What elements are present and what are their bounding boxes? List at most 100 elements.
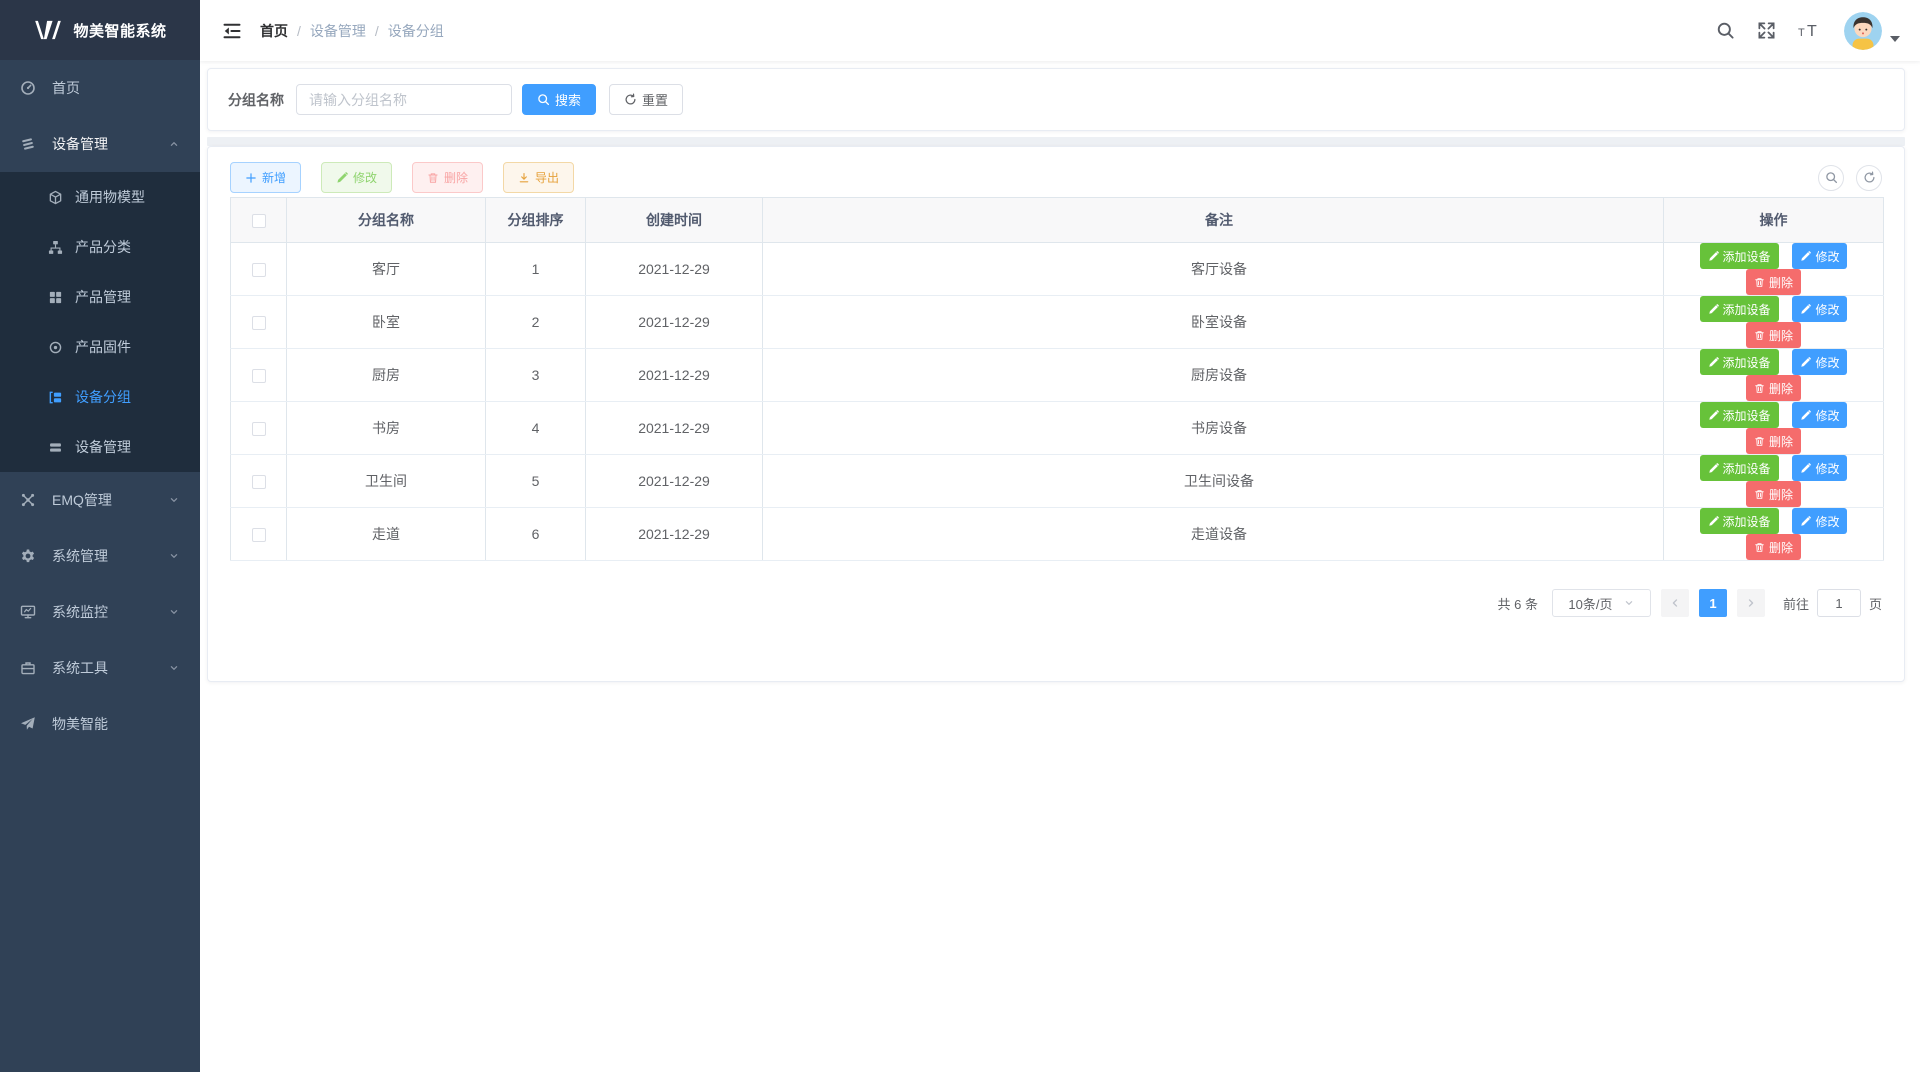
fullscreen-icon[interactable] xyxy=(1757,21,1776,40)
row-edit-button[interactable]: 修改 xyxy=(1792,508,1847,534)
add-device-button[interactable]: 添加设备 xyxy=(1700,455,1779,481)
cell-remark: 厨房设备 xyxy=(763,349,1664,402)
cell-group-name: 卧室 xyxy=(287,296,486,349)
sidebar-item-system-tools[interactable]: 系统工具 xyxy=(0,640,200,696)
device-management-submenu: 通用物模型 产品分类 产品管理 产品固件 设备分组 设备管理 xyxy=(0,172,200,472)
row-checkbox[interactable] xyxy=(252,369,266,383)
caret-down-icon xyxy=(1890,36,1900,42)
row-checkbox[interactable] xyxy=(252,422,266,436)
row-edit-button[interactable]: 修改 xyxy=(1792,402,1847,428)
sidebar-item-common-thing-model[interactable]: 通用物模型 xyxy=(0,172,200,222)
reset-button[interactable]: 重置 xyxy=(609,84,683,115)
trash-icon xyxy=(1754,330,1765,341)
sidebar-item-product-management[interactable]: 产品管理 xyxy=(0,272,200,322)
monitor-icon xyxy=(20,604,36,620)
header-group-name: 分组名称 xyxy=(287,198,486,243)
row-edit-button[interactable]: 修改 xyxy=(1792,349,1847,375)
search-button[interactable]: 搜索 xyxy=(522,84,596,115)
page-size-select[interactable]: 10条/页 xyxy=(1552,589,1651,617)
sidebar-item-product-firmware[interactable]: 产品固件 xyxy=(0,322,200,372)
chevron-left-icon xyxy=(1668,596,1682,610)
breadcrumb-device-group: 设备分组 xyxy=(388,21,444,41)
avatar[interactable] xyxy=(1844,12,1882,50)
add-device-button[interactable]: 添加设备 xyxy=(1700,349,1779,375)
cell-group-order: 4 xyxy=(486,402,586,455)
row-delete-button[interactable]: 删除 xyxy=(1746,269,1801,295)
edit-icon xyxy=(1800,410,1811,421)
row-checkbox[interactable] xyxy=(252,475,266,489)
sidebar-item-system-monitor[interactable]: 系统监控 xyxy=(0,584,200,640)
sidebar: 物美智能系统 首页 设备管理 通用物模型 产品分类 产品管理 xyxy=(0,0,200,1072)
edit-icon xyxy=(1708,463,1719,474)
cell-group-order: 1 xyxy=(486,243,586,296)
chevron-down-icon xyxy=(168,550,180,562)
cell-group-name: 客厅 xyxy=(287,243,486,296)
sidebar-item-wumei-smart[interactable]: 物美智能 xyxy=(0,696,200,752)
goto-page-input[interactable] xyxy=(1817,589,1861,617)
add-device-button[interactable]: 添加设备 xyxy=(1700,296,1779,322)
logo-icon xyxy=(33,19,63,41)
cell-created-time: 2021-12-29 xyxy=(586,296,763,349)
page-content: 分组名称 搜索 重置 新增 修改 xyxy=(200,61,1920,682)
cell-group-order: 6 xyxy=(486,508,586,561)
export-button[interactable]: 导出 xyxy=(503,162,574,193)
header-group-order: 分组排序 xyxy=(486,198,586,243)
breadcrumb-device-management: 设备管理 xyxy=(310,21,366,41)
add-device-button[interactable]: 添加设备 xyxy=(1700,243,1779,269)
breadcrumb-home[interactable]: 首页 xyxy=(260,21,288,41)
row-delete-button[interactable]: 删除 xyxy=(1746,322,1801,348)
next-page-button[interactable] xyxy=(1737,589,1765,617)
row-delete-button[interactable]: 删除 xyxy=(1746,375,1801,401)
row-delete-button[interactable]: 删除 xyxy=(1746,481,1801,507)
edit-button[interactable]: 修改 xyxy=(321,162,392,193)
table-panel: 新增 修改 删除 导出 xyxy=(207,146,1905,682)
edit-icon xyxy=(1708,304,1719,315)
sidebar-item-device-group[interactable]: 设备分组 xyxy=(0,372,200,422)
prev-page-button[interactable] xyxy=(1661,589,1689,617)
row-edit-button[interactable]: 修改 xyxy=(1792,296,1847,322)
row-edit-button[interactable]: 修改 xyxy=(1792,455,1847,481)
dashboard-icon xyxy=(20,80,36,96)
edit-icon xyxy=(1708,357,1719,368)
app-logo[interactable]: 物美智能系统 xyxy=(0,0,200,60)
sidebar-item-device-management[interactable]: 设备管理 xyxy=(0,116,200,172)
row-delete-button[interactable]: 删除 xyxy=(1746,534,1801,560)
select-all-checkbox[interactable] xyxy=(252,214,266,228)
cell-group-order: 3 xyxy=(486,349,586,402)
user-menu[interactable] xyxy=(1844,12,1900,50)
sidebar-toggle-icon[interactable] xyxy=(222,21,242,41)
search-icon[interactable] xyxy=(1716,21,1735,40)
add-device-button[interactable]: 添加设备 xyxy=(1700,402,1779,428)
cell-remark: 书房设备 xyxy=(763,402,1664,455)
font-size-icon[interactable]: TT xyxy=(1798,22,1822,40)
group-name-label: 分组名称 xyxy=(228,90,284,110)
device-group-table: 分组名称 分组排序 创建时间 备注 操作 客厅 1 2021-12-29 客厅设… xyxy=(230,197,1884,561)
row-edit-button[interactable]: 修改 xyxy=(1792,243,1847,269)
chevron-down-icon xyxy=(1623,597,1635,609)
add-button[interactable]: 新增 xyxy=(230,162,301,193)
goto-label: 前往 xyxy=(1783,594,1809,613)
row-checkbox[interactable] xyxy=(252,263,266,277)
row-delete-button[interactable]: 删除 xyxy=(1746,428,1801,454)
delete-button[interactable]: 删除 xyxy=(412,162,483,193)
group-name-input[interactable] xyxy=(296,84,512,115)
download-icon xyxy=(518,172,530,184)
pagination: 共 6 条 10条/页 1 前往 页 xyxy=(230,589,1882,617)
cell-group-order: 5 xyxy=(486,455,586,508)
top-navbar: 首页 / 设备管理 / 设备分组 TT xyxy=(200,0,1920,61)
sidebar-item-emq[interactable]: EMQ管理 xyxy=(0,472,200,528)
cell-remark: 卫生间设备 xyxy=(763,455,1664,508)
page-number-button[interactable]: 1 xyxy=(1699,589,1727,617)
sidebar-item-home[interactable]: 首页 xyxy=(0,60,200,116)
refresh-button[interactable] xyxy=(1856,165,1882,191)
show-search-button[interactable] xyxy=(1818,165,1844,191)
add-device-button[interactable]: 添加设备 xyxy=(1700,508,1779,534)
row-checkbox[interactable] xyxy=(252,528,266,542)
row-checkbox[interactable] xyxy=(252,316,266,330)
table-row: 客厅 1 2021-12-29 客厅设备 添加设备 修改 删除 xyxy=(231,243,1884,296)
chevron-down-icon xyxy=(168,494,180,506)
sidebar-item-system-management[interactable]: 系统管理 xyxy=(0,528,200,584)
sidebar-item-product-category[interactable]: 产品分类 xyxy=(0,222,200,272)
sidebar-item-device-list[interactable]: 设备管理 xyxy=(0,422,200,472)
trash-icon xyxy=(1754,489,1765,500)
